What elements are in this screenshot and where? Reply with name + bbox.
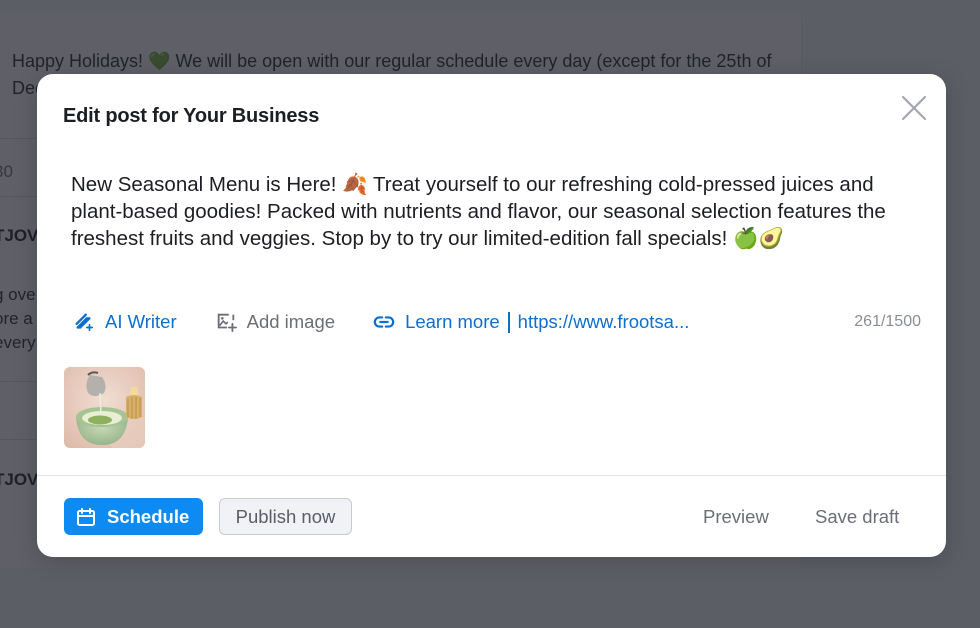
schedule-button[interactable]: Schedule [64,498,203,535]
link-url: https://www.frootsa... [517,311,690,332]
link-label: Learn more [405,311,500,332]
add-image-label: Add image [246,311,336,332]
schedule-label: Schedule [107,505,190,527]
attached-image-thumbnail[interactable] [64,367,145,448]
save-draft-button[interactable]: Save draft [815,498,899,535]
modal-title: Edit post for Your Business [63,105,320,127]
calendar-icon [77,507,95,526]
close-button[interactable] [900,94,928,122]
footer-divider [37,475,946,476]
edit-post-modal: Edit post for Your Business New Seasonal… [37,74,946,557]
editor-toolbar: AI Writer Add image Learn more https://w… [73,309,921,335]
ai-writer-label: AI Writer [105,311,177,332]
link-separator [507,311,510,333]
add-image-icon [217,313,237,333]
magic-wand-icon [75,313,94,332]
publish-now-button[interactable]: Publish now [219,498,352,535]
matcha-image [64,367,145,448]
character-count: 261/1500 [854,313,921,330]
preview-button[interactable]: Preview [703,498,769,535]
add-image-button[interactable]: Add image [215,311,335,333]
ai-writer-button[interactable]: AI Writer [73,311,177,333]
post-text-editor[interactable]: New Seasonal Menu is Here! 🍂 Treat yours… [71,171,891,252]
link-button[interactable]: Learn more https://www.frootsa... [373,311,689,333]
link-icon [373,316,395,328]
close-icon [901,95,927,121]
